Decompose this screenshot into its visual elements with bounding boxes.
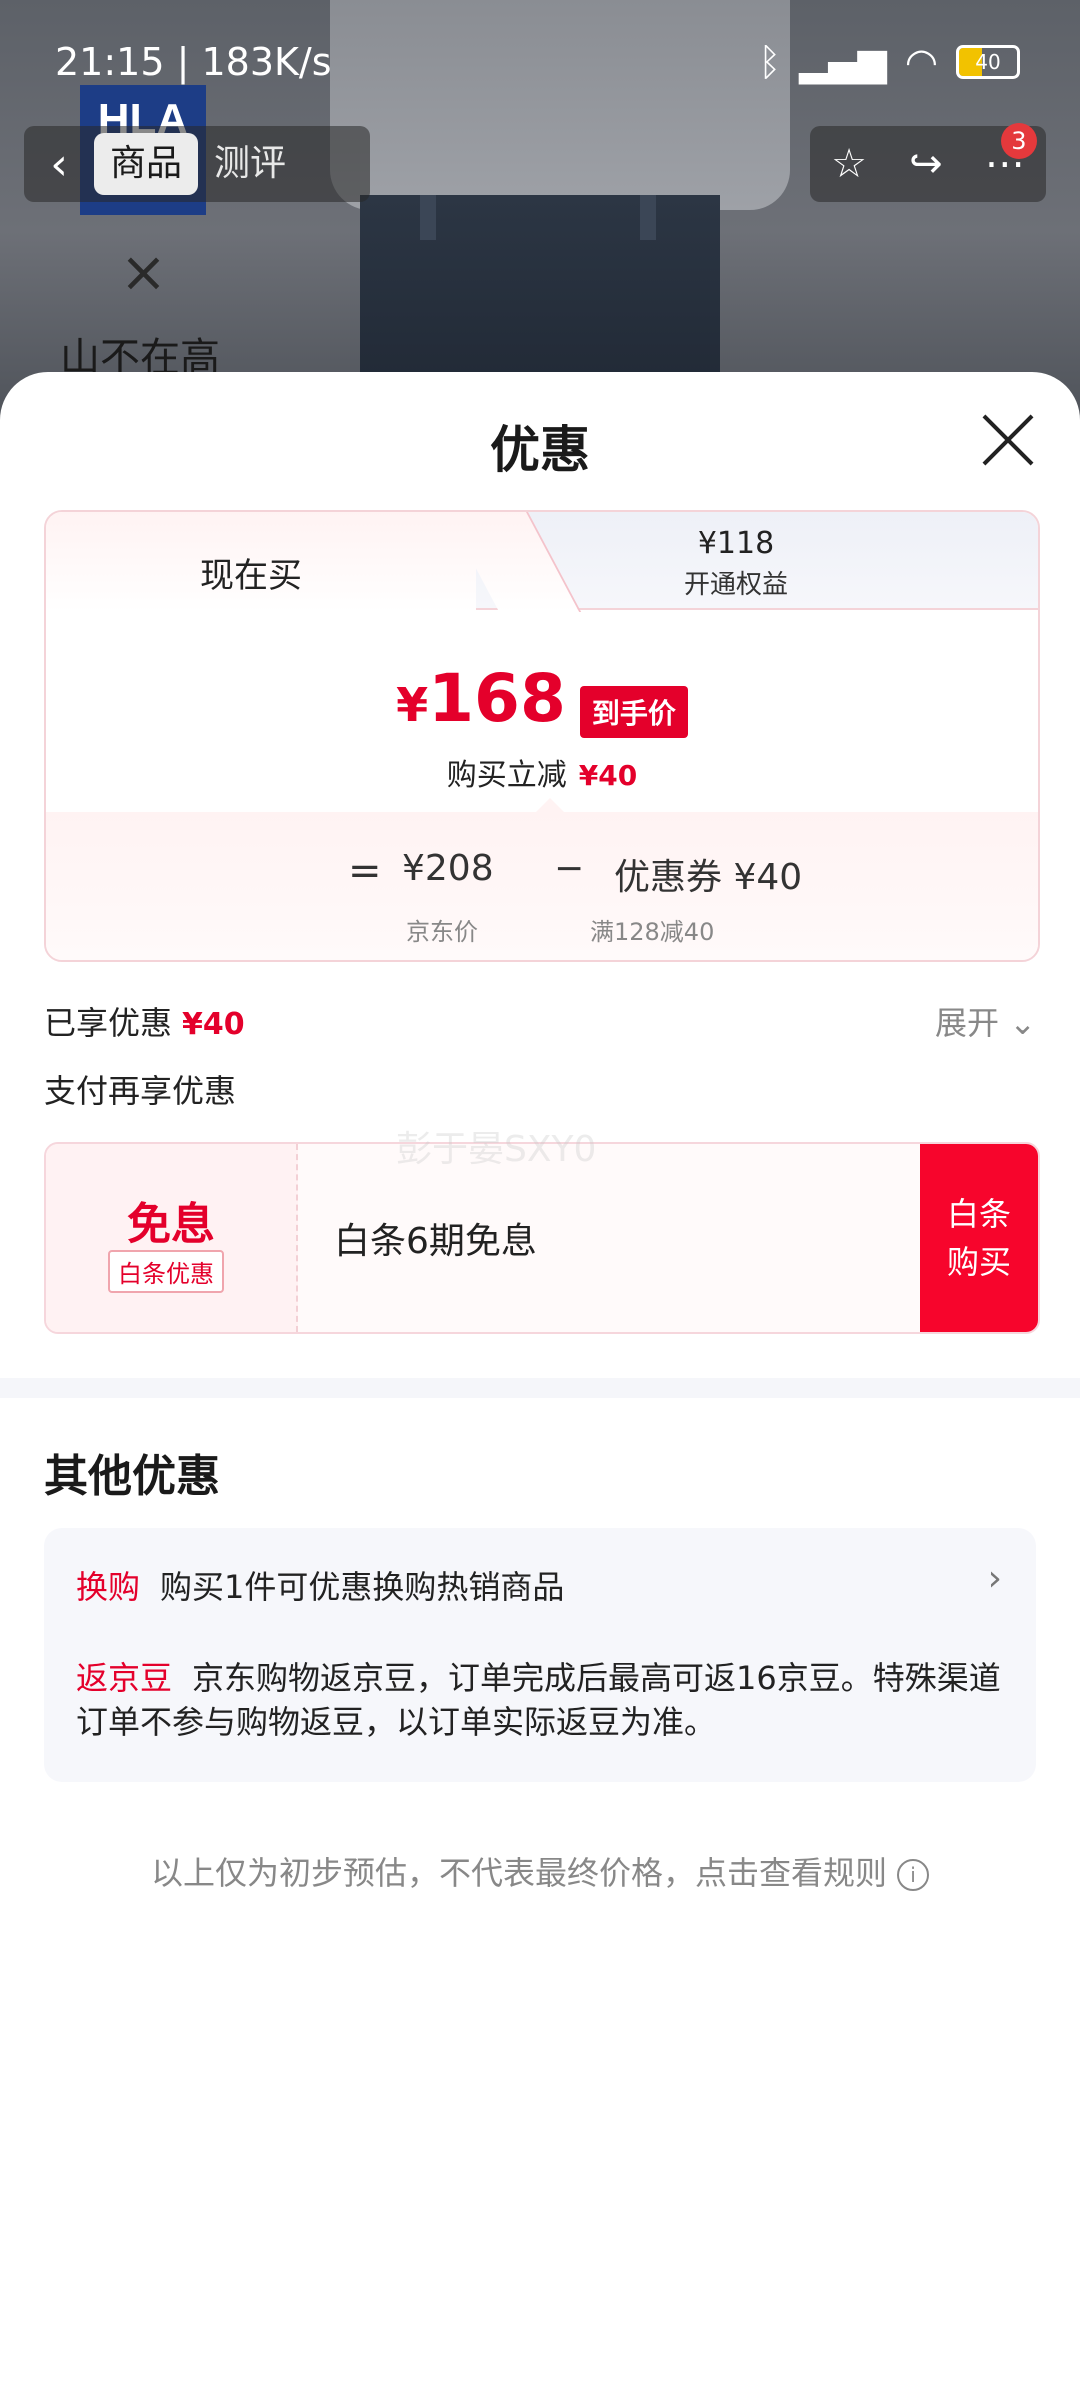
star-icon[interactable]: ☆ (831, 141, 867, 187)
expand-label: 展开 (935, 1004, 1000, 1042)
tab-review[interactable]: 测评 (198, 133, 302, 195)
collab-x-mark: × (120, 240, 167, 305)
trade-in-tag: 换购 (76, 1568, 141, 1606)
jd-price-label: 京东价 (406, 918, 478, 946)
jingdou-text: 京东购物返京豆，订单完成后最高可返16京豆。特殊渠道订单不参与购物返豆，以订单实… (76, 1659, 1001, 1741)
close-icon[interactable] (980, 412, 1036, 468)
status-time: 21:15 | 183K/s (55, 40, 332, 84)
rules-footnote[interactable]: 以上仅为初步预估，不代表最终价格，点击查看规则 i (0, 1848, 1080, 1894)
trade-in-offer[interactable]: 换购 购买1件可优惠换购热销商品 (76, 1562, 564, 1608)
more-icon[interactable]: ⋯ 3 (985, 123, 1037, 187)
reduce-value: ¥40 (578, 759, 638, 792)
watermark: 彭于晏SXY0 (396, 1129, 597, 1170)
notification-badge: 3 (1000, 123, 1037, 159)
other-offers-title: 其他优惠 (44, 1451, 220, 1502)
formula-pointer (536, 798, 564, 812)
pay-more-label: 支付再享优惠 (44, 1072, 237, 1110)
status-bar: 21:15 | 183K/s ᛒ ▂▄▆ ◠ 40 (0, 0, 1080, 125)
chevron-down-icon: ⌄ (1009, 1004, 1036, 1042)
share-icon[interactable]: ↪ (909, 141, 943, 187)
section-divider (0, 1378, 1080, 1398)
other-offers-box: 换购 购买1件可优惠换购热销商品 › 返京豆 京东购物返京豆，订单完成后最高可返16… (44, 1528, 1036, 1782)
chevron-right-icon[interactable]: › (988, 1558, 1002, 1599)
bluetooth-icon: ᛒ (758, 40, 782, 84)
tab-product[interactable]: 商品 (94, 133, 199, 195)
baitiao-left-panel: 免息 白条优惠 (46, 1144, 298, 1332)
trade-in-text: 购买1件可优惠换购热销商品 (160, 1568, 565, 1606)
enjoyed-value: ¥40 (182, 1007, 245, 1042)
baitiao-offer-text: 白条6期免息 (334, 1221, 537, 1262)
price-value: 168 (428, 660, 566, 737)
price-formula: = ¥208 − 优惠券 ¥40 京东价 满128减40 (46, 812, 1038, 960)
status-icons: ᛒ ▂▄▆ ◠ 40 (758, 40, 1020, 84)
expand-button[interactable]: 展开 ⌄ (935, 998, 1036, 1044)
jeans-belt-loop (420, 195, 436, 240)
wifi-icon: ◠ (904, 40, 938, 84)
price-yen: ¥ (396, 678, 429, 732)
footnote-text: 以上仅为初步预估，不代表最终价格，点击查看规则 (150, 1854, 887, 1892)
jeans-belt-loop (640, 195, 656, 240)
chevron-left-icon[interactable]: ‹ (24, 139, 94, 190)
formula-minus: − (554, 848, 585, 889)
discount-sheet: 优惠 ¥118 开通权益 现在买 ¥168 到手价 购买立减 ¥40 = ¥208 … (0, 372, 1080, 2400)
tab-buy-now-label: 现在买 (200, 556, 302, 596)
baitiao-buy-line1: 白条 (946, 1195, 1011, 1233)
signal-icon: ▂▄▆ (799, 40, 887, 84)
formula-equals: = (348, 848, 382, 894)
jingdou-offer: 返京豆 京东购物返京豆，订单完成后最高可返16京豆。特殊渠道订单不参与购物返豆，以… (76, 1656, 1006, 1744)
reduce-line: 购买立减 ¥40 (46, 750, 1038, 794)
coupon-value: 优惠券 ¥40 (614, 857, 803, 898)
baitiao-buy-button[interactable]: 白条 购买 (920, 1144, 1038, 1332)
baitiao-buy-line2: 购买 (946, 1243, 1011, 1281)
final-price: ¥168 到手价 (46, 660, 1038, 738)
enjoyed-discount: 已享优惠 ¥40 (44, 998, 245, 1044)
jd-price: ¥208 (402, 848, 494, 889)
nav-actions: ☆ ↪ ⋯ 3 (810, 123, 1046, 202)
price-card: ¥118 开通权益 现在买 ¥168 到手价 购买立减 ¥40 = ¥208 − 优… (44, 510, 1040, 962)
sheet-title: 优惠 (490, 421, 590, 479)
reduce-label: 购买立减 (446, 758, 567, 793)
enjoyed-label: 已享优惠 (44, 1004, 173, 1042)
battery-icon: 40 (956, 45, 1020, 79)
price-tag-badge: 到手价 (579, 686, 688, 738)
tab-buy-now[interactable]: 现在买 (46, 512, 476, 612)
jingdou-tag: 返京豆 (76, 1659, 173, 1697)
interest-free-label: 免息 (127, 1199, 215, 1250)
baitiao-tag: 白条优惠 (108, 1250, 224, 1293)
info-icon: i (897, 1859, 929, 1891)
product-nav-pill: ‹ 商品 测评 (24, 126, 370, 202)
coupon-condition: 满128减40 (590, 918, 715, 946)
